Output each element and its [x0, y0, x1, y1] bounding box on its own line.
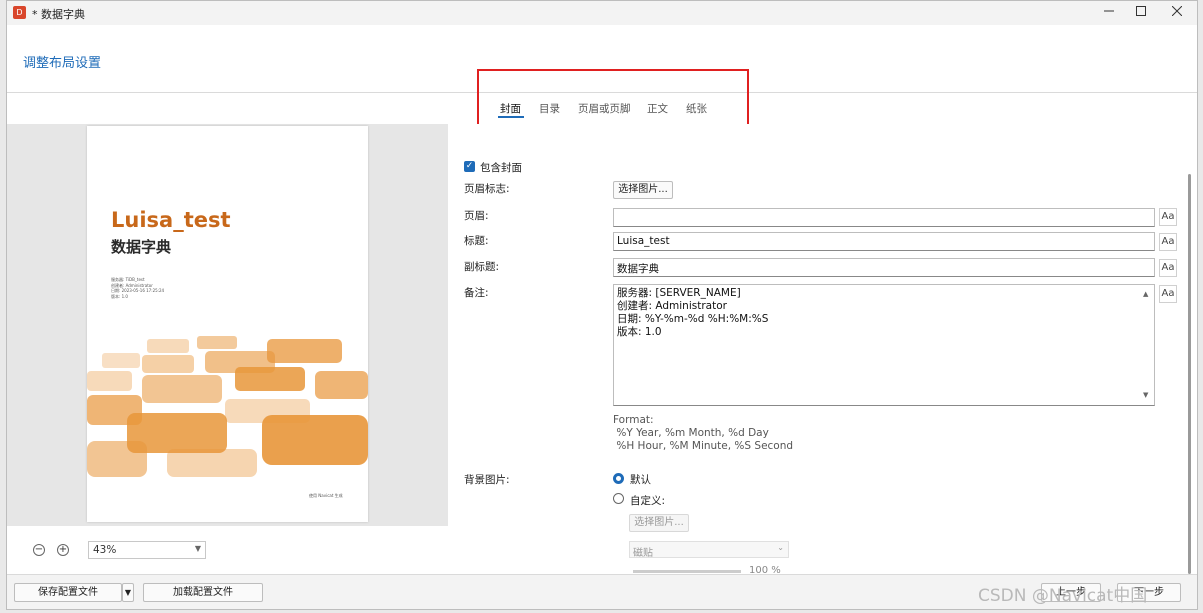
cover-subtitle: 数据字典 [111, 238, 172, 256]
maximize-icon[interactable] [1121, 1, 1161, 25]
save-config-dropdown[interactable]: ▼ [122, 583, 134, 602]
cover-title: Luisa_test [111, 208, 231, 232]
app-window: D * 数据字典 调整布局设置 封面 目录 页眉或页脚 正文 纸张 Luisa_… [6, 0, 1198, 610]
subtitle-input[interactable]: 数据字典 [613, 258, 1155, 277]
preview-page: Luisa_test 数据字典 服务器: TiDB_test 创建者: Admi… [87, 126, 368, 522]
tab-paper[interactable]: 纸张 [686, 101, 707, 116]
page-title: 调整布局设置 [23, 56, 102, 71]
background-label: 背景图片: [464, 474, 510, 486]
scroll-down-icon[interactable]: ▼ [1143, 389, 1148, 402]
subtitle-label: 副标题: [464, 261, 500, 273]
cover-meta: 服务器: TiDB_test 创建者: Administrator 日期: 20… [111, 277, 165, 299]
chevron-down-icon: ⌄ [777, 543, 784, 552]
header-label: 页眉: [464, 210, 489, 222]
zoom-bar: − + 43% ▼ [7, 526, 448, 574]
notes-label: 备注: [464, 287, 489, 299]
background-custom-label: 自定义: [630, 495, 666, 507]
select-background-button[interactable]: 选择图片... [629, 514, 689, 532]
include-cover-label: 包含封面 [480, 162, 522, 174]
opacity-slider[interactable] [633, 570, 741, 573]
zoom-in-button[interactable]: + [57, 544, 69, 556]
zoom-select[interactable]: 43% ▼ [88, 541, 206, 559]
zoom-value: 43% [93, 544, 117, 556]
title-label: 标题: [464, 235, 489, 247]
close-icon[interactable] [1157, 1, 1197, 25]
cover-preview: Luisa_test 数据字典 服务器: TiDB_test 创建者: Admi… [7, 124, 448, 526]
format-help: Format: %Y Year, %m Month, %d Day %H Hou… [613, 414, 794, 452]
title-font-button[interactable]: Aa [1159, 233, 1177, 251]
cover-settings-form: ✓ 包含封面 页眉标志: 选择图片... 页眉: Aa 标题: Luisa_te… [449, 124, 1197, 574]
active-tab-indicator [498, 116, 524, 118]
notes-scrollbar[interactable]: ▲ ▼ [1141, 285, 1154, 405]
notes-textarea[interactable]: 服务器: [SERVER_NAME] 创建者: Administrator 日期… [613, 284, 1155, 406]
background-default-radio[interactable] [613, 473, 624, 484]
tab-body[interactable]: 正文 [647, 101, 668, 116]
fill-mode-select[interactable]: 磁贴 ⌄ [629, 541, 789, 559]
tab-cover[interactable]: 封面 [500, 101, 521, 116]
cover-artwork [87, 336, 368, 477]
zoom-out-button[interactable]: − [33, 544, 45, 556]
watermark: CSDN @Navicat中国 [978, 586, 1148, 606]
cover-footer: 使用 Navicat 生成 [309, 493, 343, 498]
tab-toc[interactable]: 目录 [539, 101, 560, 116]
tab-bar: 封面 目录 页眉或页脚 正文 纸张 [477, 69, 749, 127]
scroll-up-icon[interactable]: ▲ [1143, 288, 1148, 301]
tab-header-footer[interactable]: 页眉或页脚 [578, 101, 631, 116]
opacity-value[interactable]: 100 % [749, 565, 781, 574]
background-custom-radio[interactable] [613, 493, 624, 504]
header-font-button[interactable]: Aa [1159, 208, 1177, 226]
chevron-down-icon: ▼ [194, 544, 201, 553]
title-bar: D * 数据字典 [7, 1, 1197, 25]
include-cover-checkbox[interactable]: ✓ [464, 161, 475, 172]
select-logo-button[interactable]: 选择图片... [613, 181, 673, 199]
background-default-label: 默认 [630, 474, 651, 486]
load-config-button[interactable]: 加载配置文件 [143, 583, 263, 602]
app-icon: D [13, 6, 26, 19]
save-config-button[interactable]: 保存配置文件 [14, 583, 122, 602]
subtitle-font-button[interactable]: Aa [1159, 259, 1177, 277]
header-input[interactable] [613, 208, 1155, 227]
notes-font-button[interactable]: Aa [1159, 285, 1177, 303]
header-logo-label: 页眉标志: [464, 183, 510, 195]
title-input[interactable]: Luisa_test [613, 232, 1155, 251]
window-title: * 数据字典 [32, 8, 85, 21]
form-scrollbar[interactable] [1185, 154, 1195, 574]
